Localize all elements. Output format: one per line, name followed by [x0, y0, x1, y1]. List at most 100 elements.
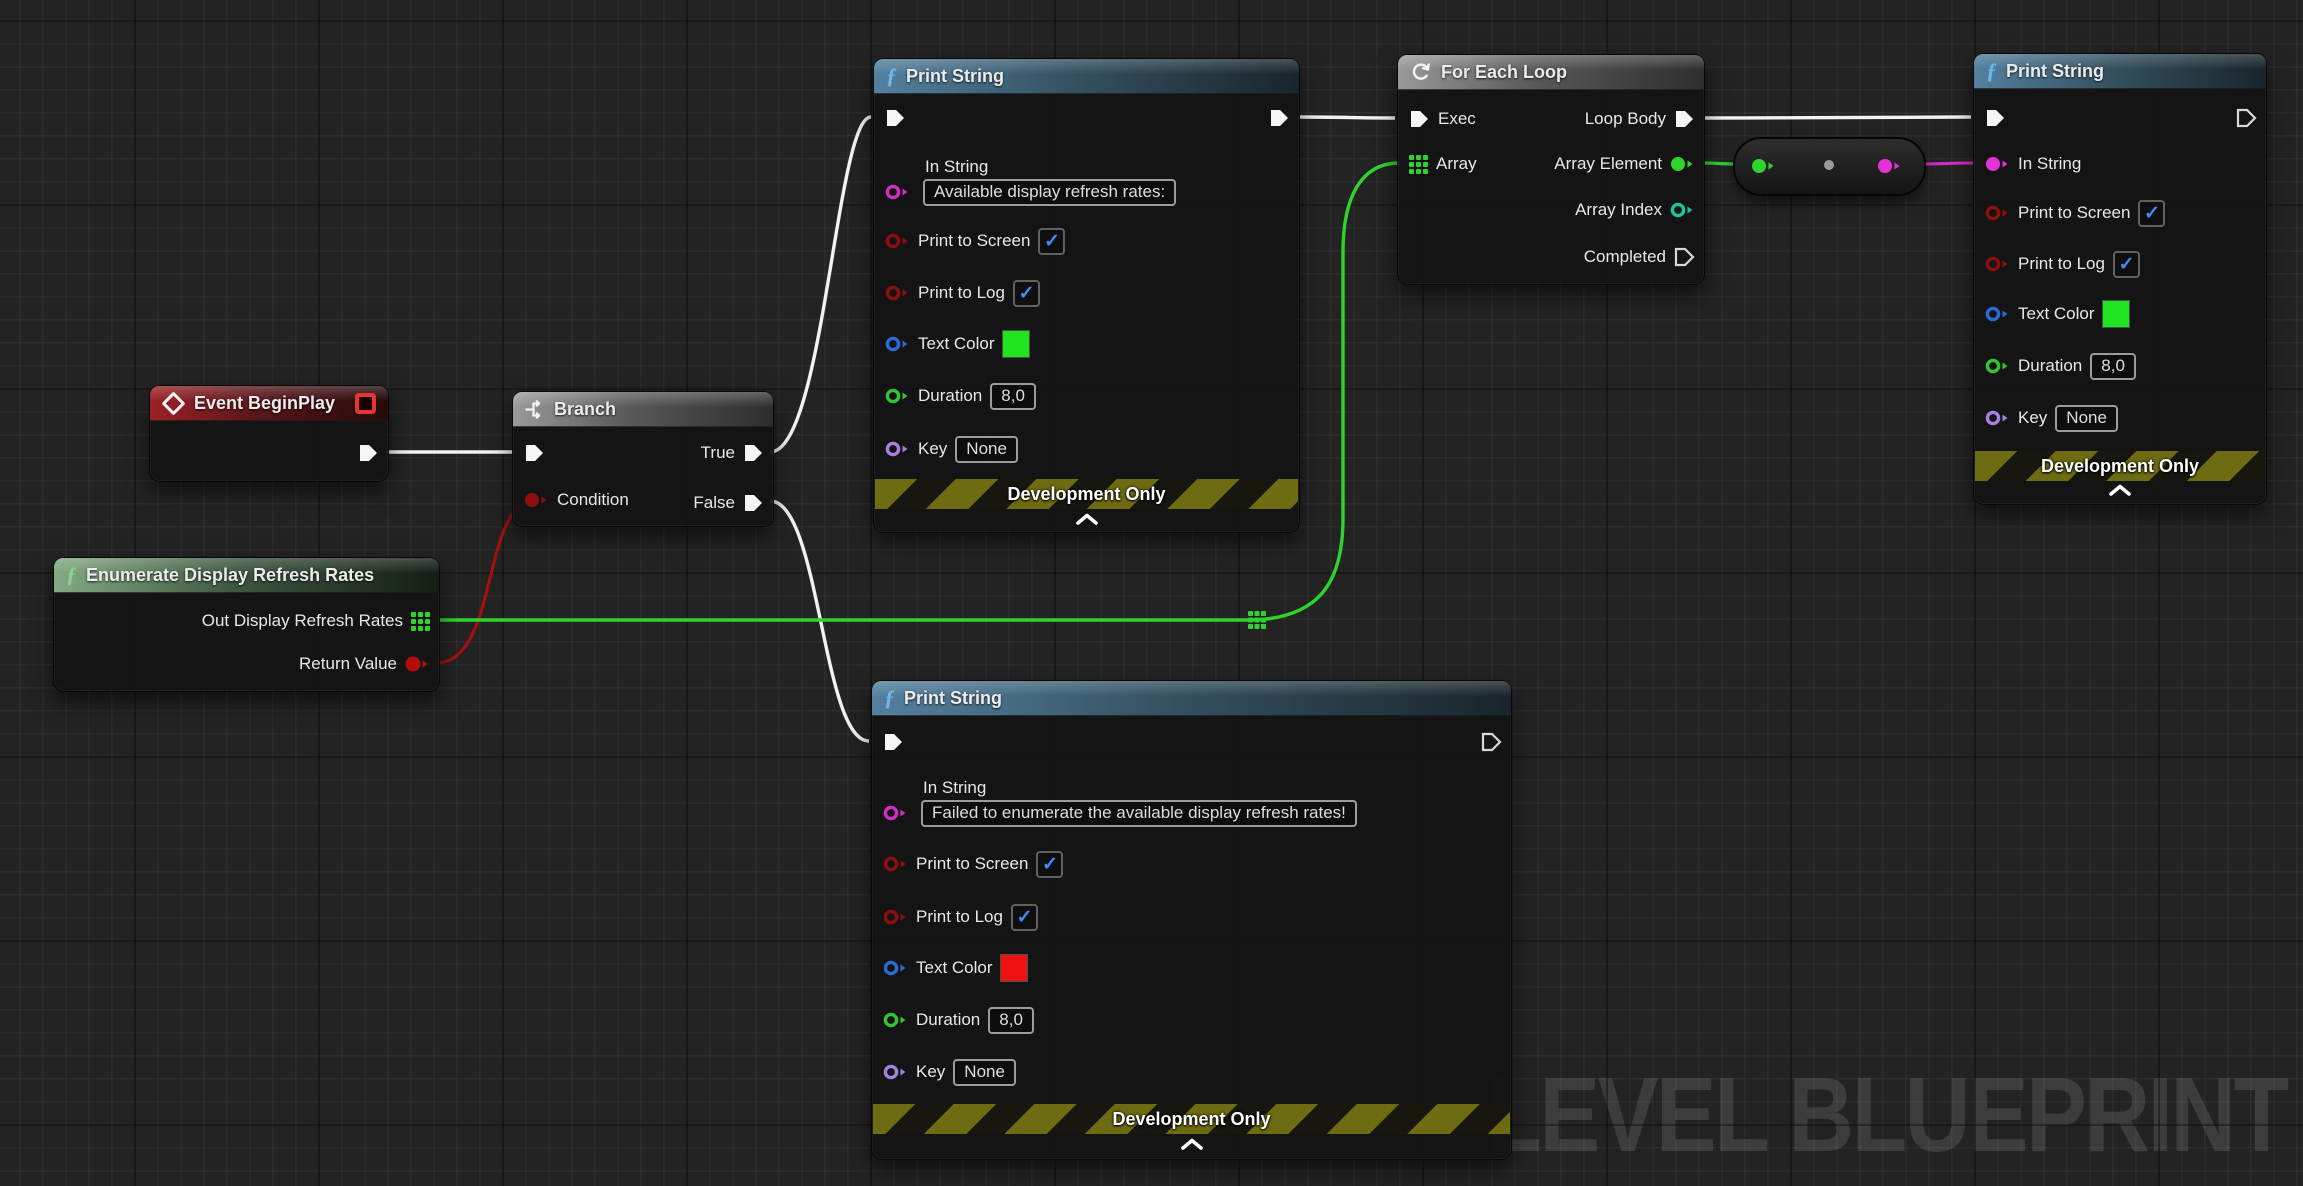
- check-icon: ✓: [1016, 908, 1032, 927]
- in-string-input[interactable]: Available display refresh rates:: [923, 179, 1176, 206]
- node-header[interactable]: Branch: [513, 392, 773, 427]
- blueprint-graph-canvas[interactable]: LEVEL BLUEPRINT Event BeginPlay: [0, 0, 2303, 1186]
- to-string-conversion-node[interactable]: [1733, 137, 1926, 196]
- key-input[interactable]: None: [955, 436, 1018, 463]
- exec-wire-printstring-foreach[interactable]: [1300, 117, 1395, 118]
- true-exec-pin[interactable]: [743, 443, 764, 463]
- print-to-log-label: Print to Log: [2018, 254, 2105, 274]
- key-label: Key: [2018, 408, 2047, 428]
- text-color-swatch[interactable]: [2103, 301, 2129, 327]
- print-to-log-pin[interactable]: [883, 908, 908, 926]
- array-element-pin[interactable]: [1670, 155, 1695, 173]
- exec-out-pin[interactable]: [2236, 108, 2257, 128]
- exec-wire-true-printstring[interactable]: [770, 117, 871, 452]
- completed-pin[interactable]: [1674, 247, 1695, 267]
- array-element-wire[interactable]: [1705, 163, 1735, 164]
- print-to-log-checkbox[interactable]: ✓: [1011, 904, 1038, 931]
- node-header[interactable]: ƒ Print String: [872, 681, 1511, 716]
- duration-pin[interactable]: [885, 387, 910, 405]
- in-string-pin[interactable]: [1985, 155, 2010, 173]
- key-pin[interactable]: [1985, 409, 2010, 427]
- array-index-row: Array Index: [1575, 197, 1695, 223]
- text-color-pin[interactable]: [885, 335, 910, 353]
- print-to-log-checkbox[interactable]: ✓: [2113, 251, 2140, 278]
- print-to-log-pin[interactable]: [885, 284, 910, 302]
- duration-label: Duration: [2018, 356, 2082, 376]
- array-index-pin[interactable]: [1670, 201, 1695, 219]
- in-string-label: In String: [2018, 154, 2081, 174]
- duration-row: Duration 8,0: [885, 383, 1036, 409]
- print-to-screen-checkbox[interactable]: ✓: [2138, 200, 2165, 227]
- key-row: Key None: [885, 436, 1018, 462]
- development-only-label: Development Only: [1112, 1109, 1270, 1130]
- print-to-screen-checkbox[interactable]: ✓: [1036, 851, 1063, 878]
- exec-out-pin[interactable]: [1481, 732, 1502, 752]
- in-string-input[interactable]: Failed to enumerate the available displa…: [921, 800, 1357, 827]
- node-header[interactable]: For Each Loop: [1398, 55, 1704, 90]
- collapse-chevron-icon[interactable]: [1075, 513, 1099, 525]
- return-value-pin[interactable]: [405, 655, 430, 673]
- development-only-band: Development Only: [1975, 451, 2265, 481]
- duration-input[interactable]: 8,0: [990, 383, 1036, 410]
- node-for-each-loop[interactable]: For Each Loop Exec Array Loop Body Array…: [1397, 54, 1705, 285]
- node-event-beginplay[interactable]: Event BeginPlay: [149, 385, 389, 482]
- print-to-log-pin[interactable]: [1985, 255, 2010, 273]
- true-row: True: [701, 440, 764, 466]
- collapse-chevron-icon[interactable]: [2108, 484, 2132, 496]
- duration-label: Duration: [916, 1010, 980, 1030]
- exec-wire-loopbody-printstring[interactable]: [1705, 117, 1971, 118]
- node-print-string-top[interactable]: ƒ Print String In String Available displ…: [873, 58, 1300, 533]
- duration-input[interactable]: 8,0: [2090, 353, 2136, 380]
- node-branch[interactable]: Branch Condition True False: [512, 391, 774, 527]
- node-print-string-bottom[interactable]: ƒ Print String In String Failed to enume…: [871, 680, 1512, 1160]
- exec-in-pin[interactable]: [524, 443, 545, 463]
- string-wire-conv-instring[interactable]: [1920, 163, 1975, 164]
- text-color-swatch[interactable]: [1001, 955, 1027, 981]
- exec-in-pin[interactable]: [1409, 109, 1430, 129]
- print-to-log-row: Print to Log ✓: [1985, 251, 2140, 277]
- exec-out-pin[interactable]: [1269, 108, 1290, 128]
- exec-in-pin[interactable]: [883, 732, 904, 752]
- node-header[interactable]: ƒ Print String: [1974, 54, 2266, 89]
- exec-out-pin[interactable]: [358, 443, 379, 463]
- node-header[interactable]: ƒ Print String: [874, 59, 1299, 94]
- print-to-screen-pin[interactable]: [1985, 204, 2010, 222]
- duration-pin[interactable]: [883, 1011, 908, 1029]
- text-color-pin[interactable]: [1985, 305, 2010, 323]
- function-icon: ƒ: [884, 687, 895, 709]
- key-pin[interactable]: [885, 440, 910, 458]
- check-icon: ✓: [1044, 232, 1060, 251]
- print-to-screen-checkbox[interactable]: ✓: [1038, 228, 1065, 255]
- key-input[interactable]: None: [953, 1059, 1016, 1086]
- array-reroute-knot[interactable]: [1248, 611, 1266, 629]
- node-print-string-right[interactable]: ƒ Print String In String Print to Screen…: [1973, 53, 2267, 505]
- conv-out-pin[interactable]: [1877, 157, 1902, 175]
- condition-pin[interactable]: [524, 491, 549, 509]
- duration-input[interactable]: 8,0: [988, 1007, 1034, 1034]
- node-header[interactable]: ƒ Enumerate Display Refresh Rates: [54, 558, 439, 593]
- duration-pin[interactable]: [1985, 357, 2010, 375]
- print-to-screen-pin[interactable]: [883, 855, 908, 873]
- false-exec-pin[interactable]: [743, 493, 764, 513]
- collapse-chevron-icon[interactable]: [1180, 1138, 1204, 1150]
- text-color-swatch[interactable]: [1003, 331, 1029, 357]
- print-to-screen-pin[interactable]: [885, 232, 910, 250]
- exec-in-pin[interactable]: [885, 108, 906, 128]
- text-color-pin[interactable]: [883, 959, 908, 977]
- loop-body-pin[interactable]: [1674, 109, 1695, 129]
- key-pin[interactable]: [883, 1063, 908, 1081]
- duration-row: Duration 8,0: [1985, 353, 2136, 379]
- print-to-log-checkbox[interactable]: ✓: [1013, 280, 1040, 307]
- key-input[interactable]: None: [2055, 405, 2118, 432]
- condition-row: Condition: [524, 487, 629, 513]
- node-enumerate-display-refresh-rates[interactable]: ƒ Enumerate Display Refresh Rates Out Di…: [53, 557, 440, 692]
- exec-in-pin[interactable]: [1985, 108, 2006, 128]
- in-string-pin[interactable]: [883, 804, 908, 822]
- development-only-label: Development Only: [2041, 456, 2199, 477]
- exec-out-row: [358, 440, 379, 466]
- node-header[interactable]: Event BeginPlay: [150, 386, 388, 421]
- conv-in-pin[interactable]: [1751, 157, 1776, 175]
- out-display-refresh-rates-pin[interactable]: [411, 612, 430, 631]
- array-pin[interactable]: [1409, 155, 1428, 174]
- in-string-pin[interactable]: [885, 183, 910, 201]
